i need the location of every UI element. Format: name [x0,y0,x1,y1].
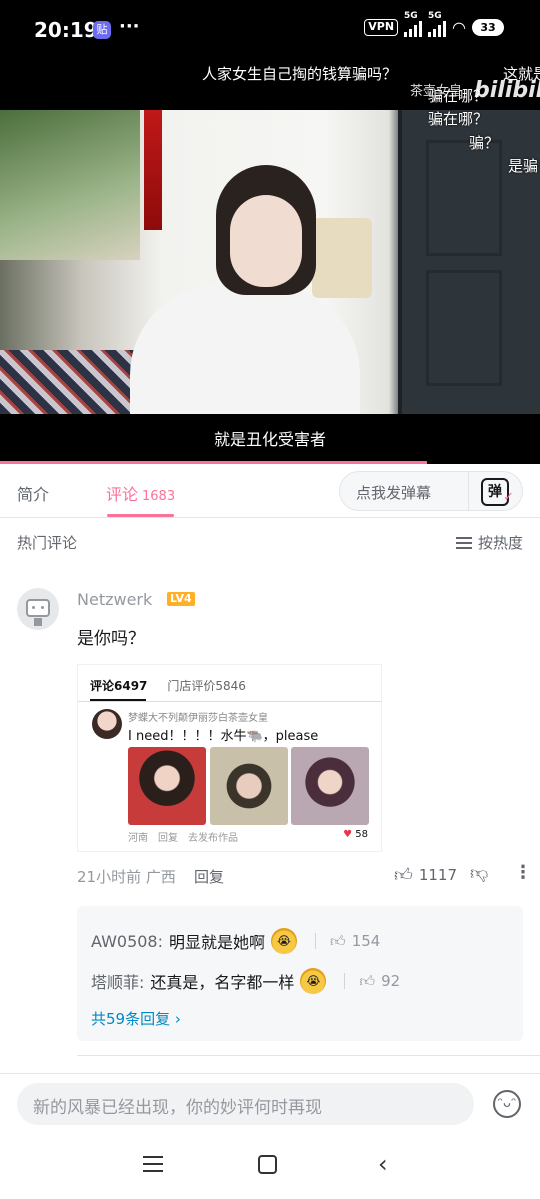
reply-user[interactable]: 塔顺菲: [91,969,144,993]
video-frame [0,110,540,414]
thumbs-up-icon: 👍︎ [394,865,413,886]
danmaku-placeholder: 点我发弹幕 [356,484,432,502]
avatar[interactable] [17,588,59,630]
reply-button[interactable]: 回复 [194,866,224,887]
like-count: 1117 [418,866,457,884]
status-icons: VPN 5G 5G ◠ 33 [364,11,504,37]
embed-text: I need！！！！水牛🐃，please [128,729,319,744]
comments-count: 1683 [142,489,176,504]
more-notifications-icon: ··· [119,16,140,37]
sort-icon [455,536,472,549]
tab-intro[interactable]: 简介 [17,481,49,505]
thumbs-down-icon[interactable]: 👎︎ [470,862,488,884]
tab-bar: 简介 评论 1683 点我发弹幕 弹 [0,464,540,518]
video-person [130,165,360,414]
comment-meta: 21小时前 广西 [77,868,176,886]
comment-input[interactable]: 新的风暴已经出现，你的妙评何时再现 [17,1083,474,1125]
embed-tab-reviews: 门店评价5846 [167,679,246,693]
comment-username[interactable]: Netzwerk [77,590,152,609]
danmaku-item: 人家女生自己掏的钱算骗吗？ [202,65,398,83]
subtitle-bar: 就是丑化受害者 [0,414,540,464]
reply-text: 还真是，名字都一样 [150,973,295,992]
system-nav-bar: ‹ [0,1130,540,1199]
more-options-icon[interactable]: ⋮ [514,862,532,883]
sort-label: 按热度 [477,534,523,552]
embed-photo [210,747,288,825]
comment-input-placeholder: 新的风暴已经出现，你的妙评何时再现 [33,1098,322,1118]
signal-icon: 5G [404,11,423,37]
embed-meta: 河南 回复 去发布作品 ♥ 58 [128,829,368,844]
comment-text: 是你吗？ [77,629,145,649]
back-icon[interactable]: ‹ [378,1150,388,1178]
embed-tab-comments: 评论6497 [90,679,148,693]
app-notification-icon: 贴 [93,21,111,39]
reply-item[interactable]: AW0508: 明显就是她啊 😭 👍︎ 154 [91,928,380,954]
embed-photo [128,747,206,825]
reply-item[interactable]: 塔顺菲: 还真是，名字都一样 😭 👍︎ 92 [91,968,400,994]
tv-icon [26,599,50,617]
tab-indicator [107,514,174,517]
subtitle: 就是丑化受害者 [213,430,326,449]
crying-emoji-icon: 😭 [300,968,327,994]
reply-like[interactable]: 👍︎ 92 [344,972,400,991]
comment-image[interactable]: 评论6497 门店评价5846 梦蝶大不列颠伊丽莎白茶壶女皇 I need！！！… [77,664,382,852]
reply-like[interactable]: 👍︎ 154 [315,932,380,951]
wifi-icon: ◠ [452,18,466,37]
danmaku-toggle-icon[interactable]: 弹 [481,478,514,510]
level-badge: LV4 [167,592,195,606]
crying-emoji-icon: 😭 [271,928,298,954]
like-button[interactable]: 👍︎ 1117 [394,864,457,886]
recent-apps-icon[interactable] [143,1156,163,1172]
reply-text: 明显就是她啊 [169,933,266,952]
replies-box[interactable]: AW0508: 明显就是她啊 😭 👍︎ 154 塔顺菲: 还真是，名字都一样 😭 … [77,906,523,1041]
danmaku-input[interactable]: 点我发弹幕 弹 [339,471,523,511]
heart-icon: ♥ [343,829,353,840]
emoji-icon[interactable]: ᵔᴗᵔ [493,1090,521,1118]
tab-comments[interactable]: 评论 1683 [106,481,175,505]
danmaku-item: 骗在哪？ [428,110,489,128]
thumbs-up-icon: 👍︎ [359,971,376,990]
bilibili-logo: bilibili [474,78,540,103]
clock: 20:19 [34,18,98,42]
embed-username: 梦蝶大不列颠伊丽莎白茶壶女皇 [128,713,268,724]
signal-icon-2: 5G [428,11,447,37]
embed-avatar [92,709,122,739]
view-all-replies-link[interactable]: 共59条回复 › [91,1008,181,1029]
thumbs-up-icon: 👍︎ [330,931,346,950]
home-icon[interactable] [258,1155,277,1174]
reply-user[interactable]: AW0508: [91,932,163,951]
status-bar: 20:19 贴 ··· VPN 5G 5G ◠ 33 [0,0,540,60]
danmaku-item: 骗？ [469,134,500,152]
vpn-icon: VPN [364,19,399,36]
hot-comments-title: 热门评论 [17,534,78,552]
video-player[interactable]: 人家女生自己掏的钱算骗吗？ 这就是 茶壶女皇 骗在哪？ 骗在哪？ 骗？ 是骗 b… [0,60,540,464]
battery-icon: 33 [472,19,504,36]
sort-button[interactable]: 按热度 [455,532,523,553]
embed-photo [291,747,369,825]
danmaku-item: 是骗 [508,157,539,175]
